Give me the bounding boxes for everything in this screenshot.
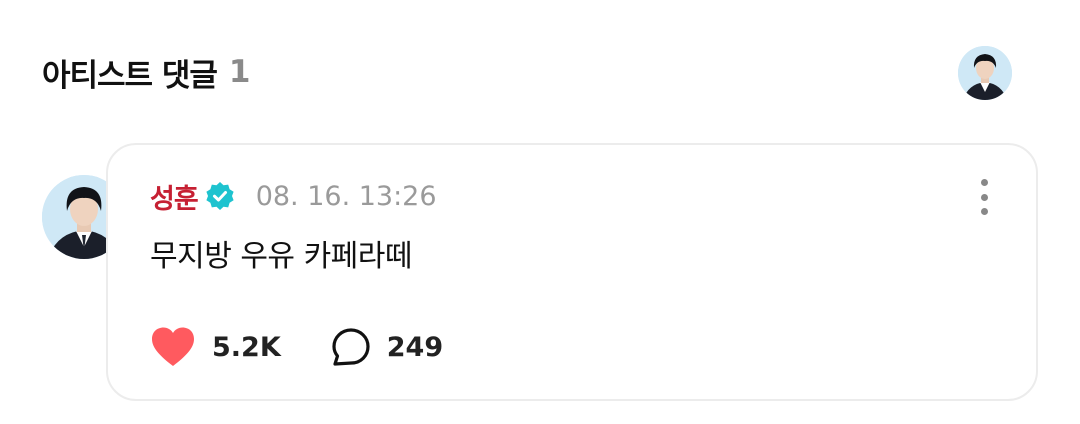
like-count: 5.2K	[212, 331, 281, 363]
more-vertical-icon	[980, 179, 988, 186]
comment-actions: 5.2K 249	[150, 325, 443, 369]
heart-icon	[152, 327, 194, 366]
avatar-portrait-icon	[958, 46, 1012, 100]
section-title: 아티스트 댓글	[42, 57, 218, 94]
reply-button[interactable]: 249	[331, 327, 443, 367]
like-button[interactable]: 5.2K	[150, 326, 281, 368]
author-name[interactable]: 성훈	[150, 177, 199, 216]
comment-timestamp: 08. 16. 13:26	[255, 180, 437, 212]
more-vertical-icon	[980, 193, 988, 201]
comment-text: 무지방 우유 카페라떼	[150, 239, 412, 274]
reply-count: 249	[386, 331, 444, 363]
artist-comment-card: 성훈 08. 16. 13:26 무지방 우유 카페라떼 5.2K 249	[106, 143, 1038, 401]
more-options-button[interactable]	[976, 179, 992, 215]
user-avatar[interactable]	[958, 46, 1012, 100]
more-vertical-icon	[980, 208, 988, 215]
verified-badge-icon	[206, 182, 234, 210]
section-header: 아티스트 댓글 1	[42, 50, 251, 94]
comment-meta: 성훈 08. 16. 13:26	[150, 177, 437, 216]
speech-bubble-icon	[332, 328, 370, 366]
comment-count: 1	[228, 54, 251, 90]
